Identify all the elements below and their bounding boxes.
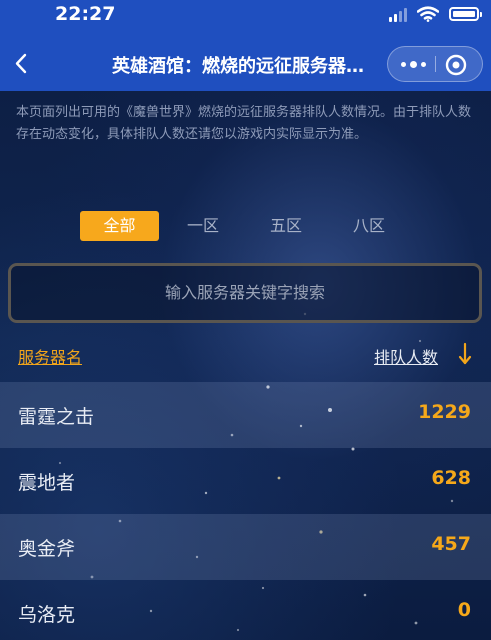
miniapp-capsule bbox=[387, 46, 483, 82]
intro-text: 本页面列出可用的《魔兽世界》燃烧的远征服务器排队人数情况。由于排队人数存在动态变… bbox=[16, 105, 472, 142]
server-row: 震地者 628 bbox=[0, 448, 491, 514]
status-icons bbox=[389, 6, 482, 22]
tab-region-8[interactable]: 八区 bbox=[341, 211, 397, 241]
server-name: 震地者 bbox=[18, 472, 76, 494]
tab-region-1[interactable]: 一区 bbox=[175, 211, 231, 241]
status-bar: 22:27 bbox=[0, 0, 491, 36]
queue-count: 628 bbox=[431, 467, 471, 489]
close-miniapp-button[interactable] bbox=[444, 53, 468, 77]
arrow-down-icon[interactable] bbox=[457, 341, 473, 367]
queue-count: 0 bbox=[457, 599, 471, 621]
server-row: 雷霆之击 1229 bbox=[0, 382, 491, 448]
dot-icon bbox=[420, 61, 426, 67]
sort-by-queue-button[interactable]: 排队人数 bbox=[374, 344, 438, 368]
dot-icon bbox=[400, 61, 406, 67]
queue-count: 1229 bbox=[418, 401, 471, 423]
capsule-divider bbox=[435, 56, 436, 72]
more-button[interactable] bbox=[394, 50, 432, 78]
dot-icon bbox=[409, 60, 417, 68]
region-tabs: 全部 一区 五区 八区 bbox=[0, 211, 491, 241]
signal-icon bbox=[389, 6, 407, 22]
nav-bar: 英雄酒馆：燃烧的远征服务器排队人数 bbox=[0, 36, 491, 91]
wifi-icon bbox=[417, 6, 439, 22]
server-name: 奥金斧 bbox=[18, 538, 76, 560]
server-row: 奥金斧 457 bbox=[0, 514, 491, 580]
tab-region-5[interactable]: 五区 bbox=[258, 211, 314, 241]
page-content: 本页面列出可用的《魔兽世界》燃烧的远征服务器排队人数情况。由于排队人数存在动态变… bbox=[0, 91, 491, 640]
server-row: 乌洛克 0 bbox=[0, 580, 491, 640]
sort-by-name-button[interactable]: 服务器名 bbox=[18, 344, 82, 368]
back-button[interactable] bbox=[8, 46, 38, 81]
target-circle-icon bbox=[445, 54, 467, 76]
queue-count: 457 bbox=[431, 533, 471, 555]
tab-all[interactable]: 全部 bbox=[80, 211, 159, 241]
server-name: 雷霆之击 bbox=[18, 406, 95, 428]
battery-icon bbox=[449, 7, 482, 21]
page-title: 英雄酒馆：燃烧的远征服务器排队人数 bbox=[112, 56, 380, 77]
search-input[interactable]: 输入服务器关键字搜索 bbox=[8, 263, 482, 323]
list-header: 服务器名 排队人数 bbox=[0, 341, 491, 371]
chevron-left-icon bbox=[15, 53, 27, 74]
status-time: 22:27 bbox=[55, 3, 116, 25]
server-name: 乌洛克 bbox=[18, 604, 76, 626]
